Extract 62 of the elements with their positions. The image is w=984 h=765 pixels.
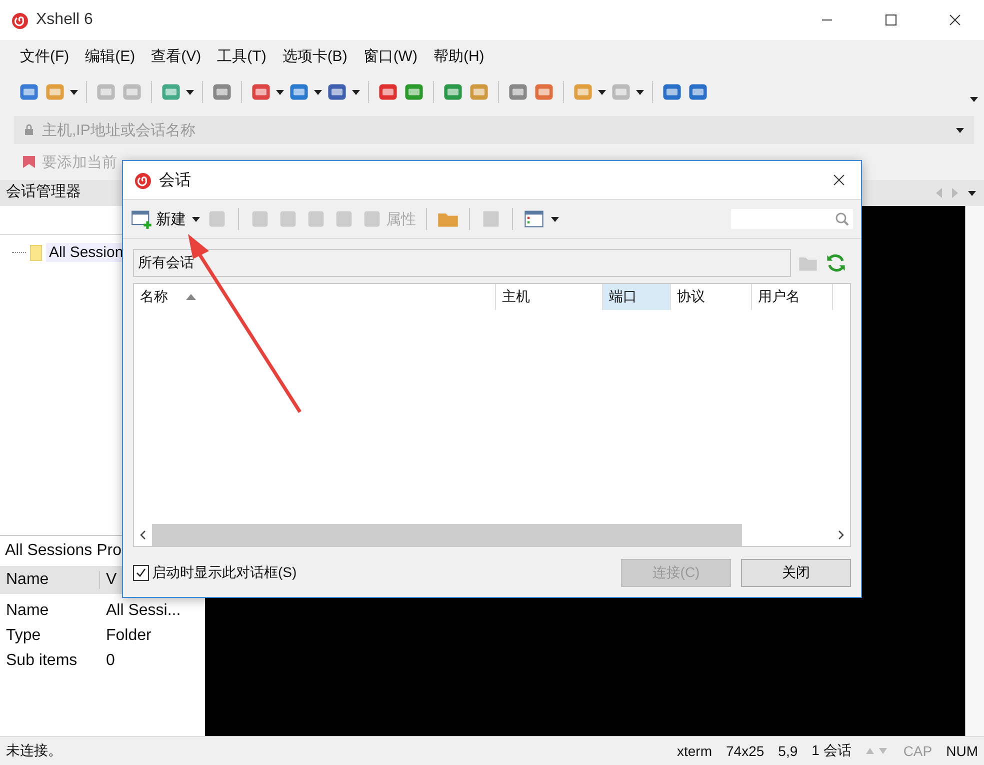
maximize-icon[interactable]	[885, 14, 897, 26]
address-bar[interactable]: 主机,IP地址或会话名称	[14, 116, 974, 144]
table-cell-text: 0	[105, 652, 115, 670]
menu-item[interactable]: 选项卡(B)	[274, 46, 356, 66]
table-cell-text: Sub items	[5, 652, 78, 670]
caret-icon[interactable]	[186, 90, 194, 94]
close-icon[interactable]	[949, 14, 961, 26]
menu-item[interactable]: 查看(V)	[143, 46, 210, 66]
table-cell-text: All Sessi...	[105, 602, 181, 620]
status-text: 未连接。	[6, 742, 62, 760]
address-field[interactable]: 主机,IP地址或会话名称	[40, 120, 950, 140]
dialog-button[interactable]: 关闭	[741, 559, 851, 587]
table-cell-text: Type	[5, 626, 42, 644]
check-icon	[135, 567, 147, 579]
up-down-arrows-icon	[865, 746, 890, 756]
path-field[interactable]: 所有会话	[133, 249, 791, 277]
caret-icon[interactable]	[70, 90, 78, 94]
column-header[interactable]: 协议	[671, 284, 752, 310]
column-header[interactable]: 名称	[134, 284, 496, 310]
table-cell-text: Name	[5, 602, 50, 620]
table-cell-text: Folder	[105, 626, 152, 644]
menu-item[interactable]: 帮助(H)	[425, 46, 492, 66]
status-text: 74x25	[726, 743, 764, 759]
caret-icon[interactable]	[551, 216, 559, 222]
column-header[interactable]: 端口	[603, 284, 671, 310]
caret-icon[interactable]	[968, 190, 976, 196]
scrollbar-thumb[interactable]	[152, 524, 742, 546]
caret-icon[interactable]	[598, 90, 606, 94]
menu-item[interactable]: 文件(F)	[12, 46, 78, 66]
caret-icon[interactable]	[956, 128, 964, 132]
status-text: NUM	[946, 743, 978, 759]
caret-icon[interactable]	[276, 90, 284, 94]
window-title: Xshell 6	[36, 11, 93, 29]
column-header[interactable]: 用户名	[752, 284, 833, 310]
scrollbar[interactable]	[965, 206, 984, 736]
menu-item[interactable]: 编辑(E)	[77, 46, 144, 66]
column-header[interactable]: V	[100, 571, 117, 589]
close-icon[interactable]	[833, 174, 845, 186]
refresh-icon[interactable]	[825, 252, 847, 274]
new-session-button[interactable]: 新建	[131, 208, 186, 230]
spiral-logo-icon	[133, 170, 153, 190]
caret-icon[interactable]	[192, 216, 200, 222]
caret-icon[interactable]	[314, 90, 322, 94]
caret-icon[interactable]	[636, 90, 644, 94]
search-field[interactable]	[731, 209, 853, 229]
menu-item[interactable]: 工具(T)	[209, 46, 274, 66]
caret-icon[interactable]	[352, 90, 360, 94]
status-text: 1 会话	[812, 742, 852, 760]
startup-checkbox[interactable]: 启动时显示此对话框(S)	[133, 564, 297, 582]
checkbox[interactable]	[133, 565, 149, 581]
menu-item[interactable]: 窗口(W)	[355, 46, 426, 66]
sort-arrow-icon	[186, 294, 196, 300]
bookmark-icon	[22, 155, 36, 169]
links-bar-text: 要添加当前	[42, 152, 117, 172]
properties-title: All Sessions Pro	[4, 541, 122, 561]
column-header[interactable]: Name	[0, 571, 100, 589]
spiral-logo-icon	[10, 10, 30, 30]
status-text: 5,9	[778, 743, 798, 759]
caret-icon[interactable]	[970, 96, 978, 102]
status-text: xterm	[677, 743, 712, 759]
list-view-icon[interactable]	[523, 208, 545, 230]
status-text: CAP	[903, 743, 932, 759]
